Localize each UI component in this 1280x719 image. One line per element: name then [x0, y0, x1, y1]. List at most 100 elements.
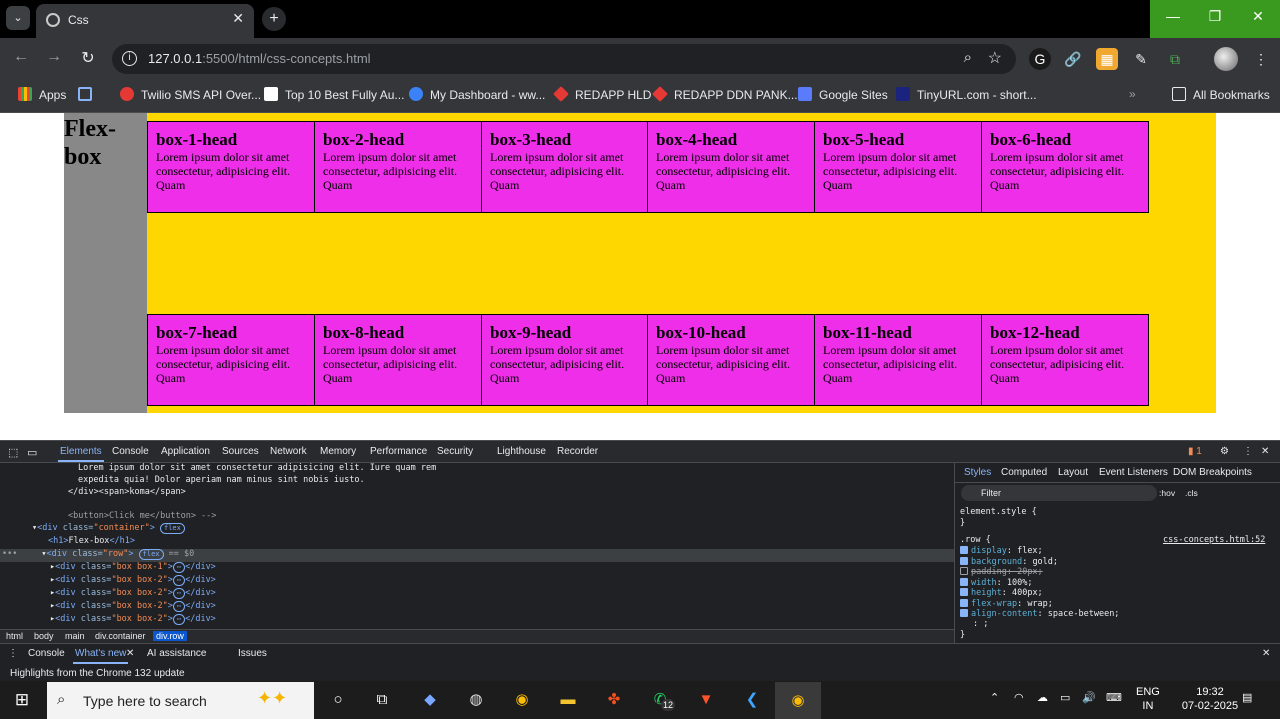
language-indicator[interactable]: ENG IN [1136, 685, 1160, 713]
rule-source-link[interactable]: css-concepts.html:52 [1163, 535, 1265, 545]
crumb-row[interactable]: div.row [153, 631, 187, 641]
puzzle-icon[interactable]: ⧉ [1164, 48, 1186, 70]
inspect-icon[interactable]: ⬚ [8, 446, 18, 459]
dom-text-line[interactable]: </div><span>koma</span> [68, 487, 186, 500]
url-text[interactable]: 127.0.0.1:5500/html/css-concepts.html [148, 51, 371, 66]
declaration-checkbox[interactable] [960, 577, 968, 586]
bookmark-redapp-ddn[interactable]: REDAPP DDN PANK... [652, 86, 798, 102]
chrome-active-icon[interactable]: ◉ [775, 682, 821, 719]
bookmark-google-sites[interactable]: Google Sites [798, 87, 888, 102]
link-icon[interactable]: 🔗 [1062, 48, 1084, 70]
file-explorer-icon[interactable]: ▬ [556, 689, 580, 711]
tab-event-listeners[interactable]: Event Listeners [1099, 467, 1168, 478]
tab-performance[interactable]: Performance [370, 446, 427, 457]
drawer-menu-icon[interactable]: ⋮ [8, 648, 18, 659]
declaration-checkbox[interactable] [960, 567, 968, 575]
tab-security[interactable]: Security [437, 446, 473, 457]
restore-button[interactable]: ❐ [1200, 8, 1230, 25]
all-bookmarks-folder[interactable]: All Bookmarks [1172, 87, 1270, 102]
windows-start-icon[interactable]: ⊞ [10, 689, 34, 711]
bookmark-grid[interactable] [78, 87, 99, 102]
browser-tab[interactable]: Css ✕ [36, 4, 254, 38]
keyboard-icon[interactable]: ⌨ [1106, 691, 1122, 705]
drawer-tab-ai-assistance[interactable]: AI assistance [147, 648, 206, 659]
element-style-rule[interactable]: element.style { [960, 507, 1037, 517]
tab-search-button[interactable]: ⌄ [6, 6, 30, 30]
cls-toggle[interactable]: .cls [1185, 488, 1198, 498]
tab-elements[interactable]: Elements [58, 446, 104, 462]
dom-row-node-selected[interactable]: ••• ▾<div class="row"> flex == $0 [0, 549, 954, 562]
taskbar-search-box[interactable]: ⌕ Type here to search ✦✦ [47, 682, 314, 719]
hov-toggle[interactable]: :hov [1159, 488, 1175, 498]
network-icon[interactable]: ◠ [1014, 691, 1024, 705]
declaration-checkbox[interactable] [960, 546, 968, 554]
css-declaration[interactable]: flex-wrap: wrap; [960, 598, 1053, 609]
drawer-tab-issues[interactable]: Issues [238, 648, 267, 659]
profile-avatar[interactable] [1214, 47, 1238, 71]
reload-button[interactable]: ↻ [77, 48, 99, 68]
dom-h1-node[interactable]: <h1>Flex-box</h1> [48, 536, 135, 549]
tab-close-icon[interactable]: ✕ [232, 10, 244, 27]
bookmark-star-icon[interactable]: ☆ [988, 48, 1002, 68]
cortana-icon[interactable]: ○ [326, 689, 350, 711]
css-declaration[interactable]: height: 400px; [960, 588, 1043, 598]
zoom-icon[interactable]: ⌕ [964, 49, 972, 66]
tab-dom-breakpoints[interactable]: DOM Breakpoints [1173, 467, 1252, 478]
battery-icon[interactable]: ▭ [1060, 691, 1070, 705]
copilot-icon[interactable]: ◆ [418, 689, 442, 711]
drawer-tab-console[interactable]: Console [28, 648, 65, 659]
minimize-button[interactable]: — [1158, 8, 1188, 24]
tab-memory[interactable]: Memory [320, 446, 356, 457]
elements-tree[interactable]: Lorem ipsum dolor sit amet consectetur a… [0, 463, 954, 629]
crumb-body[interactable]: body [34, 631, 54, 641]
tab-application[interactable]: Application [161, 446, 210, 457]
crumb-main[interactable]: main [65, 631, 85, 641]
bookmark-redapp-hld[interactable]: REDAPP HLD [553, 86, 651, 102]
close-devtools-icon[interactable]: ✕ [1261, 446, 1269, 457]
drawer-tab-whats-new[interactable]: What's new [72, 648, 129, 664]
crumb-container[interactable]: div.container [95, 631, 145, 641]
tab-layout[interactable]: Layout [1058, 467, 1088, 478]
task-view-icon[interactable]: ⧉ [370, 689, 394, 711]
figma-icon[interactable]: ✤ [602, 689, 626, 711]
site-info-icon[interactable]: i [122, 51, 137, 66]
tab-computed[interactable]: Computed [1001, 467, 1047, 478]
settings-gear-icon[interactable]: ⚙ [1220, 446, 1229, 457]
expand-arrow-icon[interactable]: ▾ [17, 549, 46, 559]
close-drawer-icon[interactable]: ✕ [1262, 648, 1270, 659]
declaration-checkbox[interactable] [960, 598, 968, 607]
css-declaration[interactable]: background: gold; [960, 556, 1058, 567]
notification-icon[interactable]: ▤ [1242, 691, 1252, 705]
bookmark-dashboard[interactable]: My Dashboard - ww... [409, 87, 545, 102]
tab-network[interactable]: Network [270, 446, 307, 457]
more-options-icon[interactable]: ⋮ [1243, 446, 1253, 457]
back-button[interactable]: ← [10, 48, 32, 66]
whatsapp-icon[interactable]: ✆ 12 [648, 689, 676, 711]
tab-console[interactable]: Console [112, 446, 149, 457]
issues-badge[interactable]: ▮ 1 [1188, 446, 1202, 457]
dom-child-node[interactable]: ▸<div class="box box-2"> ⋯ </div> [50, 575, 216, 588]
css-declaration[interactable]: width: 100%; [960, 577, 1032, 588]
declaration-checkbox[interactable] [960, 588, 968, 596]
brave-icon[interactable]: ▼ [694, 689, 718, 711]
declaration-checkbox[interactable] [960, 609, 968, 617]
security-icon[interactable]: ☁ [1037, 691, 1048, 705]
rule-selector[interactable]: .row { [960, 535, 991, 545]
bookmark-top10[interactable]: Top 10 Best Fully Au... [264, 87, 404, 102]
forward-button[interactable]: → [43, 48, 65, 66]
tab-lighthouse[interactable]: Lighthouse [497, 446, 546, 457]
dom-child-node[interactable]: ▸<div class="box box-2"> ⋯ </div> [50, 601, 216, 614]
dom-child-node[interactable]: ▸<div class="box box-2"> ⋯ </div> [50, 614, 216, 627]
tray-expand-icon[interactable]: ⌃ [990, 691, 999, 705]
styles-filter-input[interactable]: Filter [961, 485, 1157, 501]
empty-declaration[interactable]: : ; [973, 619, 988, 629]
extension-icon[interactable]: ▦ [1096, 48, 1118, 70]
css-declaration[interactable]: padding: 20px; [960, 567, 1043, 577]
clock[interactable]: 19:32 07-02-2025 [1175, 685, 1245, 713]
css-declaration[interactable]: display: flex; [960, 546, 1043, 556]
vscode-icon[interactable]: ❮ [740, 689, 764, 711]
grammarly-icon[interactable]: G [1029, 48, 1051, 70]
bookmark-tinyurl[interactable]: TinyURL.com - short... [896, 87, 1037, 102]
chrome-icon[interactable]: ◉ [510, 689, 534, 711]
tab-sources[interactable]: Sources [222, 446, 259, 457]
